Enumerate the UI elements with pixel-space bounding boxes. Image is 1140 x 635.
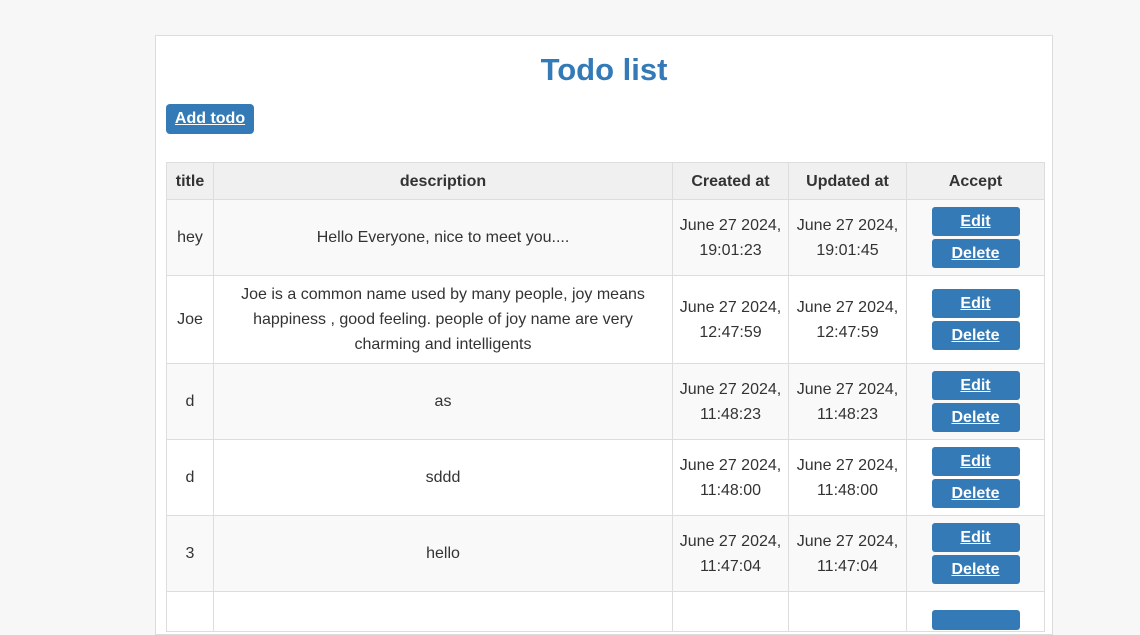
- row-actions: Edit Delete: [906, 439, 1045, 516]
- row-description: as: [213, 363, 673, 440]
- row-actions: [906, 591, 1045, 632]
- edit-button[interactable]: [931, 609, 1020, 630]
- delete-button[interactable]: Delete: [931, 479, 1020, 508]
- table-row: [166, 591, 1045, 632]
- table-header-row: title description Created at Updated at …: [166, 162, 1045, 200]
- add-todo-button[interactable]: Add todo: [166, 104, 254, 134]
- table-row: 3 hello June 27 2024, 11:47:04 June 27 2…: [166, 515, 1045, 592]
- row-title: [166, 591, 214, 632]
- delete-button[interactable]: Delete: [931, 403, 1020, 432]
- column-header-created-at: Created at: [672, 162, 789, 200]
- row-updated-at: June 27 2024, 12:47:59: [788, 275, 907, 364]
- delete-button[interactable]: Delete: [931, 239, 1020, 268]
- edit-button[interactable]: Edit: [931, 371, 1020, 400]
- table-row: d sddd June 27 2024, 11:48:00 June 27 20…: [166, 439, 1045, 516]
- row-updated-at: [788, 591, 907, 632]
- row-updated-at: June 27 2024, 11:48:23: [788, 363, 907, 440]
- row-actions: Edit Delete: [906, 199, 1045, 276]
- table-row: Joe Joe is a common name used by many pe…: [166, 275, 1045, 364]
- row-description: hello: [213, 515, 673, 592]
- delete-button[interactable]: Delete: [931, 555, 1020, 584]
- row-updated-at: June 27 2024, 11:47:04: [788, 515, 907, 592]
- row-actions: Edit Delete: [906, 275, 1045, 364]
- edit-button[interactable]: Edit: [931, 289, 1020, 318]
- page-title: Todo list: [540, 52, 668, 87]
- row-updated-at: June 27 2024, 11:48:00: [788, 439, 907, 516]
- row-actions: Edit Delete: [906, 515, 1045, 592]
- row-title: 3: [166, 515, 214, 592]
- edit-button[interactable]: Edit: [931, 207, 1020, 236]
- row-title: d: [166, 363, 214, 440]
- row-title: Joe: [166, 275, 214, 364]
- column-header-accept: Accept: [906, 162, 1045, 200]
- column-header-updated-at: Updated at: [788, 162, 907, 200]
- todo-card: Todo list Add todo title description Cre…: [155, 35, 1053, 635]
- column-header-title: title: [166, 162, 214, 200]
- row-description: [213, 591, 673, 632]
- delete-button[interactable]: Delete: [931, 321, 1020, 350]
- row-title: d: [166, 439, 214, 516]
- row-created-at: [672, 591, 789, 632]
- row-description: Hello Everyone, nice to meet you....: [213, 199, 673, 276]
- edit-button[interactable]: Edit: [931, 523, 1020, 552]
- row-updated-at: June 27 2024, 19:01:45: [788, 199, 907, 276]
- table-row: hey Hello Everyone, nice to meet you....…: [166, 199, 1045, 276]
- table-row: d as June 27 2024, 11:48:23 June 27 2024…: [166, 363, 1045, 440]
- edit-button[interactable]: Edit: [931, 447, 1020, 476]
- row-created-at: June 27 2024, 11:48:00: [672, 439, 789, 516]
- row-description: sddd: [213, 439, 673, 516]
- row-description: Joe is a common name used by many people…: [213, 275, 673, 364]
- row-title: hey: [166, 199, 214, 276]
- row-created-at: June 27 2024, 12:47:59: [672, 275, 789, 364]
- row-actions: Edit Delete: [906, 363, 1045, 440]
- row-created-at: June 27 2024, 11:48:23: [672, 363, 789, 440]
- row-created-at: June 27 2024, 19:01:23: [672, 199, 789, 276]
- column-header-description: description: [213, 162, 673, 200]
- todo-table: title description Created at Updated at …: [166, 162, 1045, 632]
- row-created-at: June 27 2024, 11:47:04: [672, 515, 789, 592]
